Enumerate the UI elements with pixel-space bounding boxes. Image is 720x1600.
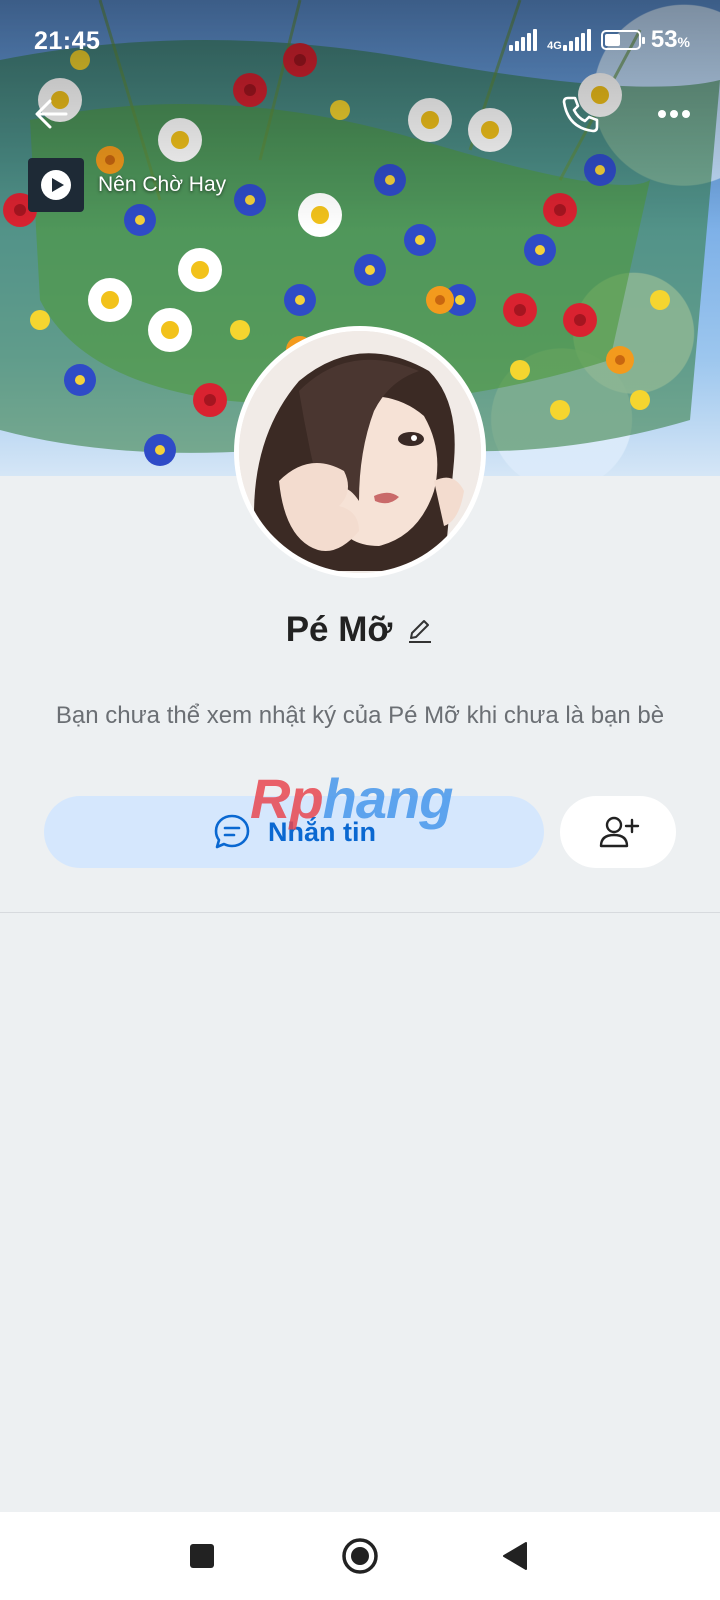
battery-percent-value: 53	[650, 26, 678, 53]
signal-icon-secondary	[562, 29, 591, 51]
home-button[interactable]	[338, 1534, 382, 1578]
network-type: 4G	[547, 40, 562, 52]
battery-icon	[600, 30, 645, 50]
pencil-icon	[409, 620, 432, 643]
status-time: 21:45	[34, 27, 101, 55]
more-horizontal-icon	[658, 110, 690, 118]
music-title: Nên Chờ Hay	[98, 173, 227, 196]
arrow-left-icon	[35, 99, 68, 129]
status-bar: 21:45 4G 53%	[0, 0, 720, 84]
battery-level	[604, 34, 620, 46]
battery-percent: 53%	[651, 26, 690, 54]
more-options-button[interactable]	[652, 92, 696, 136]
phone-icon	[562, 96, 599, 133]
back-system-button[interactable]	[494, 1534, 538, 1578]
back-button[interactable]	[30, 92, 74, 136]
music-thumbnail[interactable]	[28, 158, 84, 212]
message-button[interactable]: Nhắn tin	[44, 796, 544, 868]
square-icon	[190, 1544, 214, 1568]
chat-bubble-icon	[214, 814, 250, 849]
add-user-icon	[599, 816, 640, 848]
privacy-notice: Bạn chưa thể xem nhật ký của Pé Mỡ khi c…	[55, 702, 665, 729]
status-indicators: 4G 53%	[509, 26, 690, 54]
avatar-illustration	[239, 331, 481, 573]
triangle-back-icon	[503, 1542, 527, 1570]
add-friend-button[interactable]	[560, 796, 676, 868]
recents-button[interactable]	[180, 1534, 224, 1578]
circle-home-icon	[342, 1538, 378, 1574]
profile-name: Pé Mỡ	[285, 610, 393, 649]
profile-music[interactable]: Nên Chờ Hay	[28, 158, 226, 212]
message-button-label: Nhắn tin	[268, 816, 376, 847]
battery-unit: %	[677, 34, 690, 50]
section-divider	[0, 912, 720, 913]
profile-name-row: Pé Mỡ	[0, 610, 720, 650]
signal-icon	[509, 29, 538, 51]
play-icon	[41, 170, 71, 200]
system-navigation-bar	[0, 1512, 720, 1600]
avatar[interactable]	[234, 326, 486, 578]
edit-name-button[interactable]	[406, 616, 434, 644]
call-button[interactable]	[558, 92, 602, 136]
